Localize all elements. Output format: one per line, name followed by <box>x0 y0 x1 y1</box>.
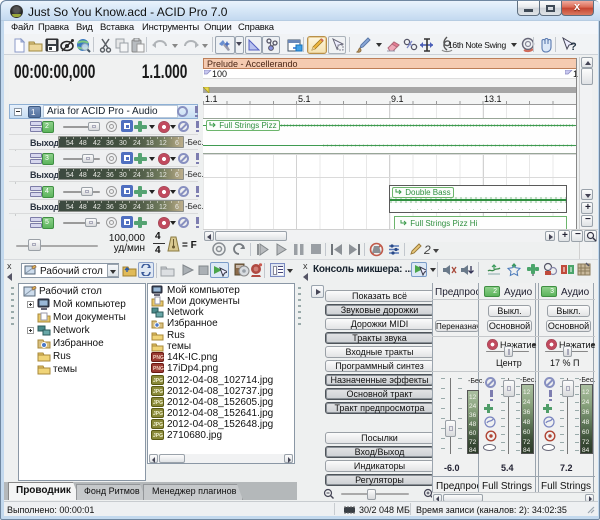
svg-text:?: ? <box>570 41 577 53</box>
